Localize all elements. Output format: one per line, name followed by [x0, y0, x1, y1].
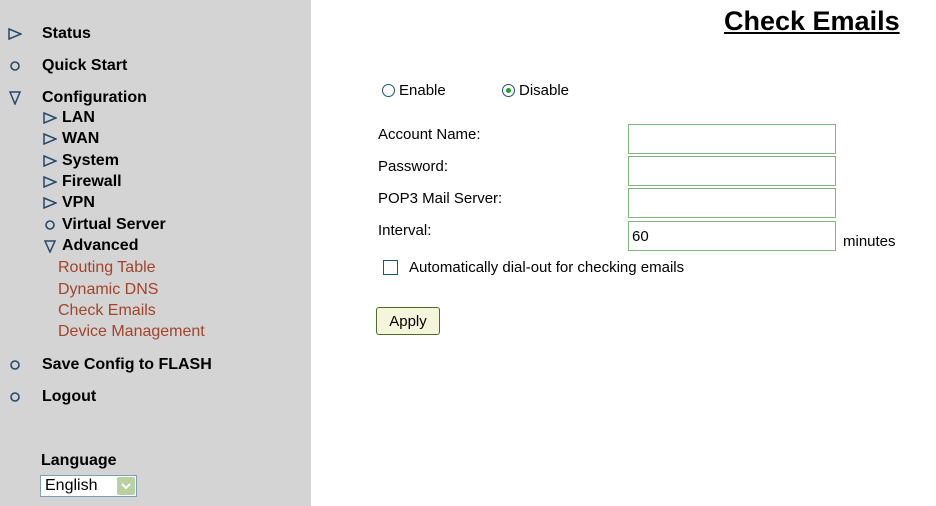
circle-icon [8, 358, 22, 372]
sidebar-item-label: Configuration [42, 89, 147, 106]
interval-field[interactable]: 60 [628, 221, 836, 251]
triangle-right-icon [43, 197, 57, 209]
interval-unit: minutes [843, 233, 896, 250]
sidebar-item-label: Quick Start [42, 57, 128, 74]
sidebar-item-label: VPN [62, 194, 95, 211]
language-select[interactable]: English [40, 475, 137, 497]
disable-option[interactable]: Disable [502, 82, 569, 99]
sidebar-link-dynamic-dns[interactable]: Dynamic DNS [58, 281, 158, 299]
triangle-right-icon [43, 176, 57, 188]
account-name-label: Account Name: [378, 126, 481, 143]
sidebar-item-label: Virtual Server [62, 216, 166, 233]
triangle-right-icon [8, 27, 22, 41]
sidebar-item-label: Firewall [62, 173, 122, 190]
triangle-right-icon [43, 112, 57, 124]
sidebar-link-device-management[interactable]: Device Management [58, 323, 205, 341]
autodial-label: Automatically dial-out for checking emai… [409, 259, 685, 276]
account-name-field[interactable] [628, 124, 836, 154]
apply-button[interactable]: Apply [376, 307, 440, 335]
enable-label: Enable [399, 82, 446, 99]
password-field[interactable] [628, 156, 836, 186]
triangle-down-icon [43, 239, 57, 253]
chevron-down-icon[interactable] [117, 477, 135, 495]
disable-radio[interactable] [502, 84, 515, 97]
sidebar-item-label: WAN [62, 130, 100, 147]
language-label: Language [41, 452, 117, 469]
sidebar-item-label: System [62, 152, 119, 169]
enable-radio[interactable] [382, 84, 395, 97]
circle-icon [43, 219, 57, 231]
pop3-server-label: POP3 Mail Server: [378, 190, 503, 207]
pop3-server-field[interactable] [628, 188, 836, 218]
sidebar-item-label: Advanced [62, 237, 139, 254]
autodial-checkbox[interactable] [383, 260, 398, 275]
sidebar-item-label: Status [42, 25, 91, 42]
triangle-down-icon [8, 91, 22, 105]
sidebar-item-label: Save Config to FLASH [42, 356, 212, 373]
password-label: Password: [378, 158, 449, 175]
triangle-right-icon [43, 133, 57, 145]
sidebar-item-label: Logout [42, 388, 97, 405]
triangle-right-icon [43, 155, 57, 167]
circle-icon [8, 59, 22, 73]
enable-option[interactable]: Enable [382, 82, 446, 99]
sidebar-item-label: LAN [62, 109, 95, 126]
sidebar-link-routing-table[interactable]: Routing Table [58, 259, 156, 277]
page-title: Check Emails [724, 6, 900, 36]
sidebar: Status Quick Start Configuration LAN WAN… [0, 0, 311, 506]
disable-label: Disable [519, 82, 570, 99]
circle-icon [8, 390, 22, 404]
language-select-value: English [45, 477, 98, 494]
interval-label: Interval: [378, 222, 432, 239]
sidebar-link-check-emails[interactable]: Check Emails [58, 302, 156, 320]
